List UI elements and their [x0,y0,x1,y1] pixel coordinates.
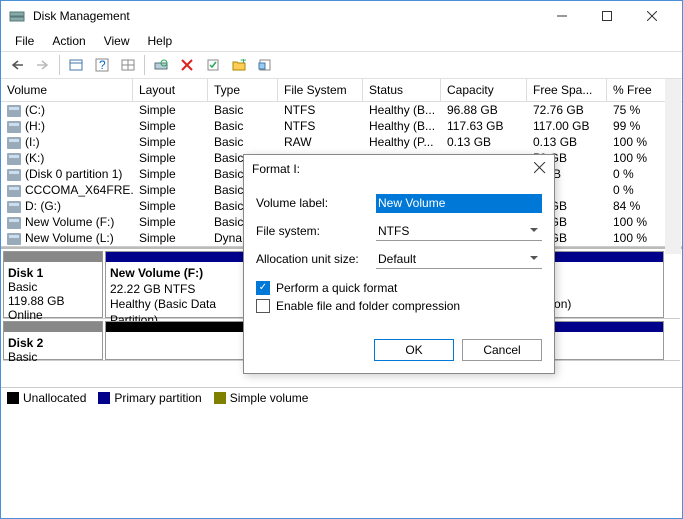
refresh-drive-icon[interactable] [149,53,173,77]
col-layout[interactable]: Layout [133,79,208,101]
volume-label-input[interactable]: New Volume [376,194,542,213]
back-button[interactable] [5,53,29,77]
svg-text:+: + [240,59,246,67]
disk-header[interactable]: Disk 2 Basic [3,321,103,360]
quick-format-label: Perform a quick format [276,281,397,295]
disk-name: Disk 1 [8,266,43,280]
partition[interactable] [105,321,260,360]
forward-button[interactable] [31,53,55,77]
window-title: Disk Management [33,9,539,23]
scrollbar[interactable] [665,79,681,254]
table-row[interactable]: (C:)SimpleBasicNTFSHealthy (B...96.88 GB… [1,102,682,118]
ok-button[interactable]: OK [374,339,454,361]
menubar: File Action View Help [1,31,682,51]
col-fs[interactable]: File System [278,79,363,101]
menu-view[interactable]: View [96,32,138,50]
quick-format-checkbox[interactable] [256,281,270,295]
allocation-combo[interactable]: Default [376,250,542,269]
menu-action[interactable]: Action [44,32,93,50]
toolbar: ? + [1,51,682,79]
format-dialog: Format I: Volume label: New Volume File … [243,154,555,374]
col-capacity[interactable]: Capacity [441,79,527,101]
col-volume[interactable]: Volume [1,79,133,101]
col-status[interactable]: Status [363,79,441,101]
col-free[interactable]: Free Spa... [527,79,607,101]
file-system-label: File system: [256,224,376,238]
compression-checkbox[interactable] [256,299,270,313]
menu-file[interactable]: File [7,32,42,50]
menu-help[interactable]: Help [140,32,181,50]
table-row[interactable]: (H:)SimpleBasicNTFSHealthy (B...117.63 G… [1,118,682,134]
grid-header: Volume Layout Type File System Status Ca… [1,79,682,102]
properties-icon[interactable] [253,53,277,77]
cancel-button[interactable]: Cancel [462,339,542,361]
legend: Unallocated Primary partition Simple vol… [1,387,682,407]
help-icon[interactable]: ? [90,53,114,77]
col-type[interactable]: Type [208,79,278,101]
settings-icon[interactable] [116,53,140,77]
maximize-button[interactable] [584,1,629,31]
view-list-icon[interactable] [64,53,88,77]
new-folder-icon[interactable]: + [227,53,251,77]
close-button[interactable] [629,1,674,31]
col-pct[interactable]: % Free [607,79,667,101]
delete-icon[interactable] [175,53,199,77]
compression-label: Enable file and folder compression [276,299,460,313]
dialog-title: Format I: [252,162,534,176]
volume-label-label: Volume label: [256,196,376,210]
titlebar: Disk Management [1,1,682,31]
file-system-combo[interactable]: NTFS [376,222,542,241]
allocation-label: Allocation unit size: [256,252,376,266]
svg-text:?: ? [99,58,106,72]
partition[interactable]: New Volume (F:) 22.22 GB NTFS Healthy (B… [105,251,260,318]
table-row[interactable]: (I:)SimpleBasicRAWHealthy (P...0.13 GB0.… [1,134,682,150]
minimize-button[interactable] [539,1,584,31]
disk-header[interactable]: Disk 1 Basic 119.88 GB Online [3,251,103,318]
app-icon [9,8,25,24]
checkbox-icon[interactable] [201,53,225,77]
close-icon[interactable] [534,162,546,177]
